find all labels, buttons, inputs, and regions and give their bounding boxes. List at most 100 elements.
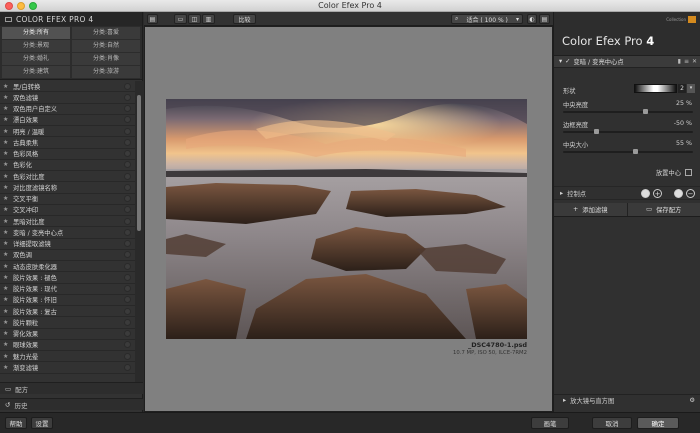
list-item[interactable]: ★ 古典柔焦 <box>0 137 135 149</box>
filter-preview-icon[interactable] <box>124 183 131 191</box>
preview-canvas[interactable]: _DSC4780-1.psd 10.7 MP, ISO 50, ILCE-7RM… <box>144 26 553 412</box>
filter-preview-icon[interactable] <box>124 285 131 293</box>
single-view-button[interactable]: ▭ <box>174 14 187 24</box>
category-nature[interactable]: 分类:自然 <box>72 40 140 52</box>
list-item[interactable]: ★ 变暗 / 变亮中心点 <box>0 227 135 239</box>
list-item[interactable]: ★ 详细提取滤镜 <box>0 238 135 250</box>
ok-button[interactable]: 确定 <box>637 417 679 429</box>
list-item[interactable]: ★ 交叉平衡 <box>0 193 135 205</box>
category-portrait[interactable]: 分类:肖像 <box>72 53 140 65</box>
favorite-star-icon[interactable]: ★ <box>3 319 10 326</box>
favorite-star-icon[interactable]: ★ <box>3 218 10 225</box>
filter-preview-icon[interactable] <box>124 262 131 270</box>
checkmark-icon[interactable]: ✓ <box>565 58 570 65</box>
favorite-star-icon[interactable]: ★ <box>3 195 10 202</box>
list-item[interactable]: ★ 雾化效果 <box>0 328 135 340</box>
recipes-section[interactable]: ▭ 配方 <box>0 382 143 394</box>
filter-preview-icon[interactable] <box>124 363 131 371</box>
list-item[interactable]: ★ 漂白效果 <box>0 114 135 126</box>
compare-button[interactable]: 比较 <box>233 14 256 24</box>
slider-handle[interactable] <box>632 149 638 154</box>
favorite-star-icon[interactable]: ★ <box>3 353 10 360</box>
favorite-star-icon[interactable]: ★ <box>3 184 10 191</box>
filter-preview-icon[interactable] <box>124 251 131 259</box>
filter-preview-icon[interactable] <box>124 240 131 248</box>
favorite-star-icon[interactable]: ★ <box>3 206 10 213</box>
favorite-star-icon[interactable]: ★ <box>3 150 10 157</box>
opacity-icon[interactable]: ▮ <box>678 58 681 65</box>
slider-handle[interactable] <box>642 109 648 114</box>
favorite-star-icon[interactable]: ★ <box>3 308 10 315</box>
favorite-star-icon[interactable]: ★ <box>3 341 10 348</box>
filter-preview-icon[interactable] <box>124 172 131 180</box>
category-favorites[interactable]: 分类:喜爱 <box>72 27 140 39</box>
filter-preview-icon[interactable] <box>124 228 131 236</box>
target-icon[interactable] <box>685 169 692 176</box>
split-view-button[interactable]: ◫ <box>188 14 201 24</box>
active-filter-header[interactable]: ▾ ✓ 变暗 / 变亮中心点 ▮ ≡ ✕ <box>554 56 700 68</box>
add-filter-button[interactable]: + 添加滤镜 <box>554 203 628 216</box>
list-item[interactable]: ★ 胶片效果 : 现代 <box>0 283 135 295</box>
list-item[interactable]: ★ 胶片效果 : 复古 <box>0 306 135 318</box>
list-item[interactable]: ★ 渐变滤镜 <box>0 362 135 374</box>
toggle-right-panel-button[interactable]: ▤ <box>539 14 550 24</box>
list-item[interactable]: ★ 交叉冲印 <box>0 204 135 216</box>
filter-preview-icon[interactable] <box>124 352 131 360</box>
favorite-star-icon[interactable]: ★ <box>3 251 10 258</box>
list-item[interactable]: ★ 色彩对比度 <box>0 171 135 183</box>
category-landscape[interactable]: 分类:景观 <box>2 40 70 52</box>
list-item[interactable]: ★ 双色滤镜 <box>0 92 135 104</box>
favorite-star-icon[interactable]: ★ <box>3 263 10 270</box>
list-item[interactable]: ★ 胶片效果 : 褪色 <box>0 272 135 284</box>
close-icon[interactable]: ✕ <box>692 58 697 65</box>
shape-value[interactable]: 2 <box>678 84 686 93</box>
list-item[interactable]: ★ 黑暗对比度 <box>0 216 135 228</box>
category-architecture[interactable]: 分类:建筑 <box>2 66 70 78</box>
history-section[interactable]: ↺ 历史 <box>0 398 143 410</box>
filter-preview-icon[interactable] <box>124 150 131 158</box>
list-item[interactable]: ★ 双色调 <box>0 249 135 261</box>
filter-preview-icon[interactable] <box>124 161 131 169</box>
slider-handle[interactable] <box>593 129 599 134</box>
background-toggle-button[interactable]: ◐ <box>527 14 537 24</box>
filter-preview-icon[interactable] <box>124 127 131 135</box>
category-all[interactable]: 分类:所有 <box>2 27 70 39</box>
favorite-star-icon[interactable]: ★ <box>3 240 10 247</box>
filter-preview-icon[interactable] <box>124 116 131 124</box>
favorite-star-icon[interactable]: ★ <box>3 229 10 236</box>
filter-preview-icon[interactable] <box>124 307 131 315</box>
list-item[interactable]: ★ 动态皮肤柔化器 <box>0 261 135 273</box>
slider-track[interactable] <box>563 149 693 154</box>
category-travel[interactable]: 分类:旅游 <box>72 66 140 78</box>
favorite-star-icon[interactable]: ★ <box>3 274 10 281</box>
help-button[interactable]: 帮助 <box>5 417 27 429</box>
favorite-star-icon[interactable]: ★ <box>3 116 10 123</box>
cancel-button[interactable]: 取消 <box>592 417 632 429</box>
filter-preview-icon[interactable] <box>124 318 131 326</box>
plus-icon[interactable]: + <box>653 189 662 198</box>
filter-preview-icon[interactable] <box>124 93 131 101</box>
scrollbar-thumb[interactable] <box>137 95 141 231</box>
favorite-star-icon[interactable]: ★ <box>3 364 10 371</box>
filter-list-scrollbar[interactable] <box>135 81 143 394</box>
favorite-star-icon[interactable]: ★ <box>3 139 10 146</box>
zoom-select[interactable]: ⌕ 适合 ( 100 % ) ▾ <box>451 14 523 24</box>
filter-preview-icon[interactable] <box>124 82 131 90</box>
filter-preview-icon[interactable] <box>124 330 131 338</box>
filter-preview-icon[interactable] <box>124 273 131 281</box>
list-item[interactable]: ★ 明亮 / 温暖 <box>0 126 135 138</box>
favorite-star-icon[interactable]: ★ <box>3 173 10 180</box>
category-wedding[interactable]: 分类:婚礼 <box>2 53 70 65</box>
list-item[interactable]: ★ 胶片颗粒 <box>0 317 135 329</box>
list-item[interactable]: ★ 黑/白转换 <box>0 81 135 93</box>
list-item[interactable]: ★ 色彩风格 <box>0 148 135 160</box>
filter-preview-icon[interactable] <box>124 195 131 203</box>
slider-track[interactable] <box>563 129 693 134</box>
save-recipe-button[interactable]: ▭ 保存配方 <box>627 203 700 216</box>
favorite-star-icon[interactable]: ★ <box>3 94 10 101</box>
favorite-star-icon[interactable]: ★ <box>3 83 10 90</box>
brush-button[interactable]: 画笔 <box>531 417 569 429</box>
favorite-star-icon[interactable]: ★ <box>3 161 10 168</box>
list-item[interactable]: ★ 对比度滤镜名称 <box>0 182 135 194</box>
list-item[interactable]: ★ 魅力光晕 <box>0 351 135 363</box>
